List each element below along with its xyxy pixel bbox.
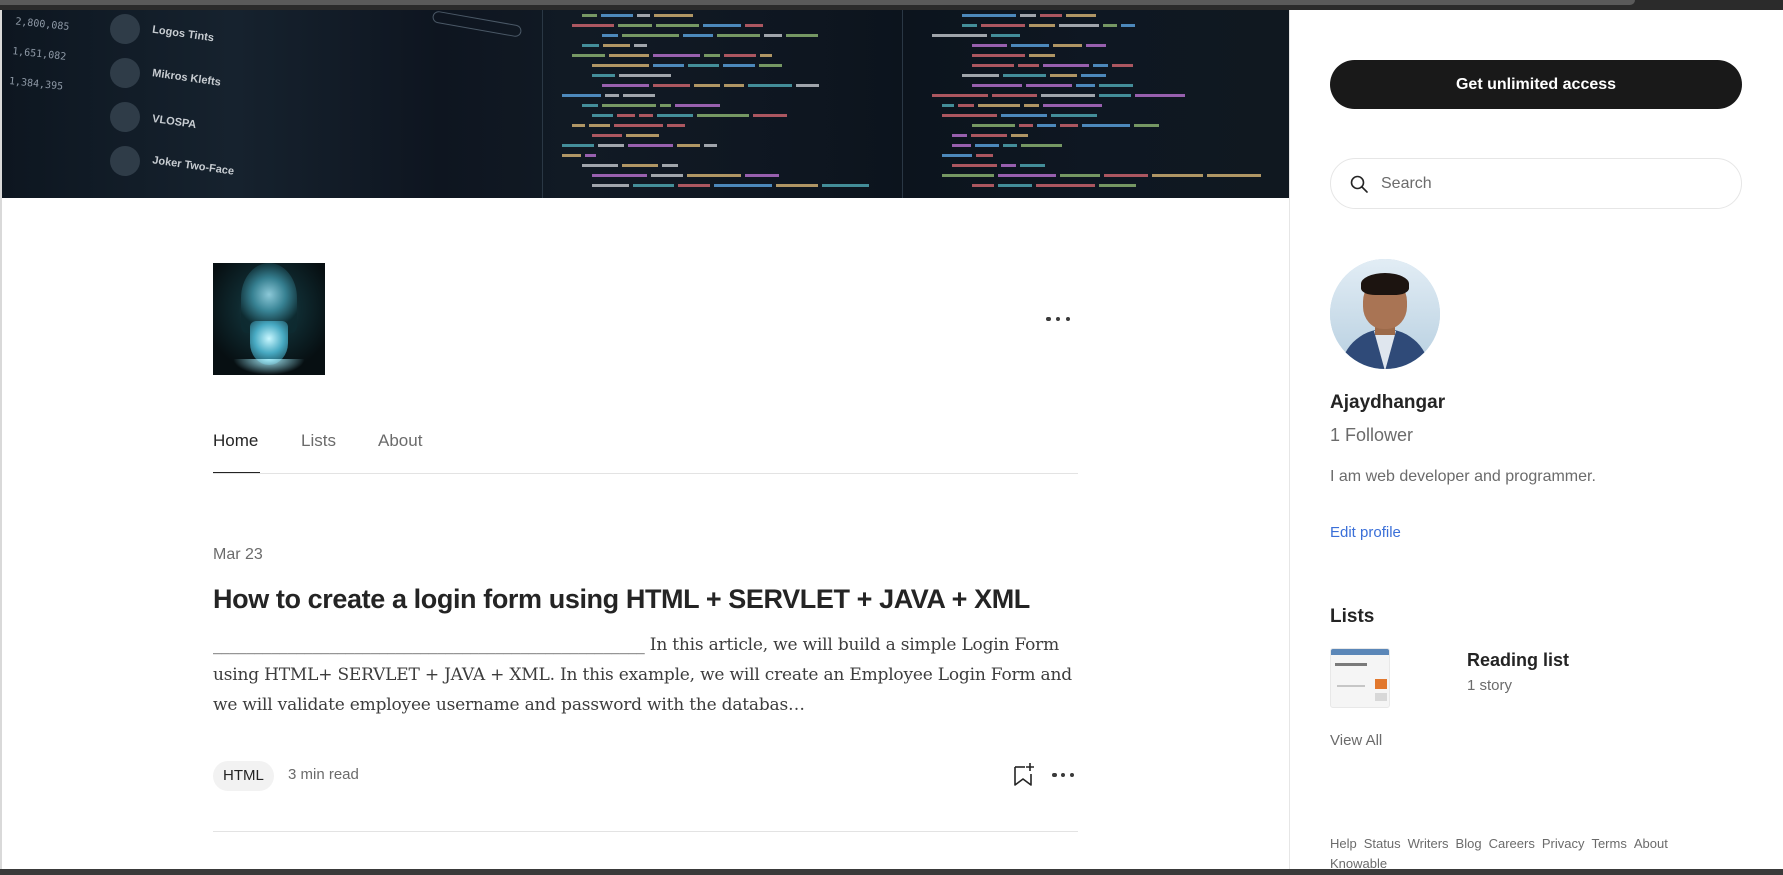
banner-name: VLOSPA bbox=[151, 112, 198, 132]
more-options-icon[interactable] bbox=[1046, 312, 1070, 326]
banner-code-right bbox=[932, 10, 1289, 198]
edit-profile-link[interactable]: Edit profile bbox=[1330, 524, 1401, 541]
sidebar-divider bbox=[1289, 10, 1290, 870]
banner-avatar bbox=[110, 58, 140, 88]
footer-link-help[interactable]: Help bbox=[1330, 836, 1357, 851]
banner-gutter bbox=[902, 10, 903, 198]
browser-bottom-strip bbox=[0, 869, 1783, 875]
publication-logo[interactable] bbox=[213, 263, 325, 375]
banner-avatar bbox=[110, 14, 140, 44]
browser-scroll-track bbox=[0, 0, 1635, 5]
search-box[interactable] bbox=[1330, 158, 1742, 209]
banner-decor-pill bbox=[431, 10, 523, 38]
follower-count[interactable]: 1 Follower bbox=[1330, 425, 1413, 446]
footer-links: Help Status Writers Blog Careers Privacy Terms… bbox=[1330, 834, 1730, 874]
footer-link-about[interactable]: About bbox=[1634, 836, 1668, 851]
post-more-icon[interactable] bbox=[1052, 768, 1074, 782]
banner-name: Logos Tints bbox=[151, 23, 215, 45]
author-avatar[interactable] bbox=[1330, 259, 1440, 369]
post-excerpt[interactable]: ________________________________________… bbox=[213, 630, 1075, 720]
banner-code-left bbox=[562, 10, 892, 198]
footer-link-terms[interactable]: Terms bbox=[1591, 836, 1626, 851]
post-title[interactable]: How to create a login form using HTML + … bbox=[213, 584, 1093, 615]
banner-gutter bbox=[542, 10, 543, 198]
post-divider bbox=[213, 831, 1078, 832]
view-all-lists-link[interactable]: View All bbox=[1330, 732, 1382, 749]
post-tag[interactable]: HTML bbox=[213, 761, 274, 791]
footer-link-status[interactable]: Status bbox=[1364, 836, 1401, 851]
footer-link-careers[interactable]: Careers bbox=[1489, 836, 1535, 851]
read-time: 3 min read bbox=[288, 766, 359, 783]
search-icon bbox=[1350, 175, 1368, 193]
banner-numbers: 2,800,085 1,651,082 1,384,395 bbox=[7, 10, 70, 103]
author-bio: I am web developer and programmer. bbox=[1330, 468, 1596, 485]
post-date: Mar 23 bbox=[213, 546, 263, 563]
banner-avatar bbox=[110, 102, 140, 132]
tab-lists[interactable]: Lists bbox=[301, 431, 336, 451]
banner-name: Mikros Klefts bbox=[151, 67, 222, 89]
list-thumbnail[interactable] bbox=[1330, 648, 1390, 708]
get-unlimited-access-button[interactable]: Get unlimited access bbox=[1330, 60, 1742, 109]
banner-number: 1,384,395 bbox=[8, 76, 64, 93]
footer-link-writers[interactable]: Writers bbox=[1408, 836, 1449, 851]
profile-tabs: Home Lists About bbox=[213, 428, 1078, 474]
banner-name-column: Logos Tints Mikros Klefts VLOSPA Joker T… bbox=[102, 10, 242, 198]
bookmark-add-icon[interactable] bbox=[1012, 762, 1034, 788]
footer-link-blog[interactable]: Blog bbox=[1456, 836, 1482, 851]
search-input[interactable] bbox=[1381, 174, 1721, 193]
list-item-count: 1 story bbox=[1467, 677, 1513, 694]
author-name[interactable]: Ajaydhangar bbox=[1330, 392, 1445, 414]
list-item-name[interactable]: Reading list bbox=[1467, 650, 1569, 671]
active-tab-indicator bbox=[213, 472, 260, 473]
tab-about[interactable]: About bbox=[378, 431, 422, 451]
tab-home[interactable]: Home bbox=[213, 431, 258, 451]
logo-glow bbox=[233, 359, 305, 375]
banner-name: Joker Two-Face bbox=[151, 154, 235, 178]
publication-header-banner: Logos Tints Mikros Klefts VLOSPA Joker T… bbox=[2, 10, 1289, 198]
lists-heading: Lists bbox=[1330, 606, 1375, 627]
banner-avatar bbox=[110, 146, 140, 176]
browser-top-strip bbox=[0, 0, 1783, 10]
footer-link-privacy[interactable]: Privacy bbox=[1542, 836, 1585, 851]
